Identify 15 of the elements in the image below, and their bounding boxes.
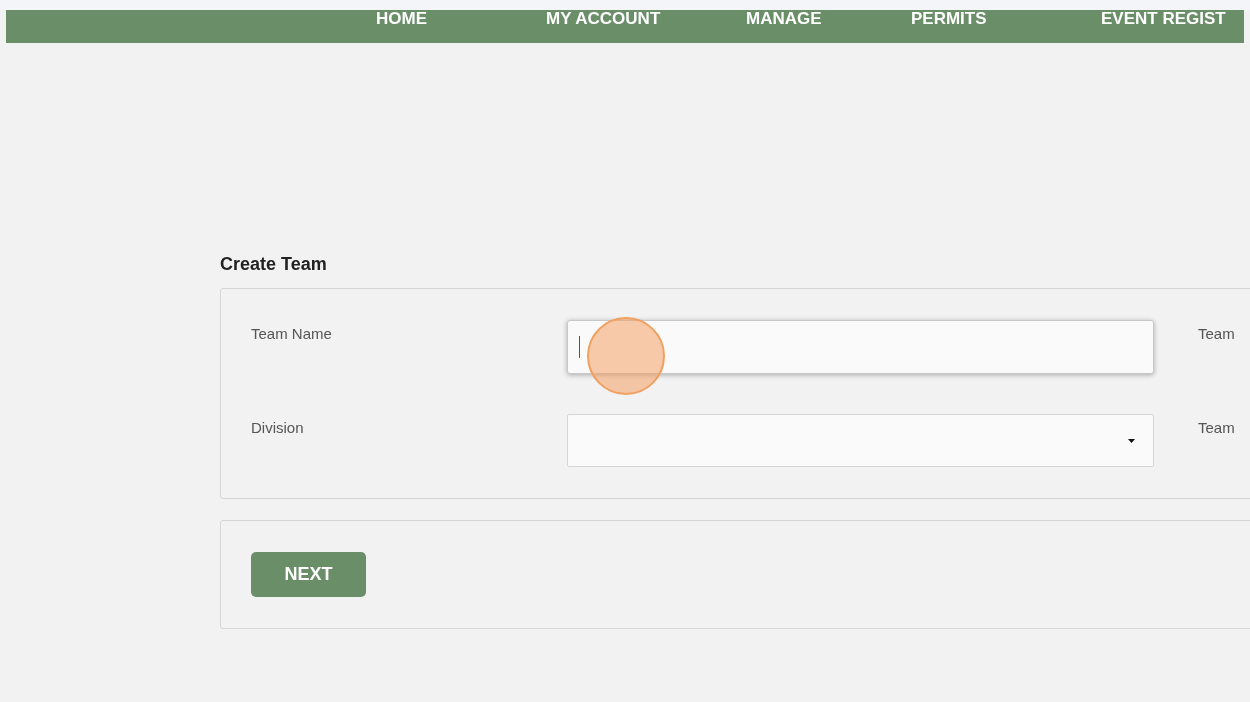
nav-link[interactable]: MANAGE <box>746 10 911 28</box>
nav-link[interactable]: PERMITS <box>911 10 1101 28</box>
form-title: Create Team <box>220 253 327 275</box>
text-field[interactable] <box>567 320 1154 374</box>
field-label: Division <box>251 418 305 438</box>
field-label: Team Name <box>251 324 333 344</box>
dropdown-field[interactable] <box>567 414 1154 467</box>
next-button[interactable]: NEXT <box>251 552 366 597</box>
text-cursor-icon <box>579 336 580 358</box>
nav-link[interactable]: HOME <box>376 10 546 28</box>
nav-link[interactable]: MY ACCOUNT <box>546 10 746 28</box>
nav-link[interactable]: EVENT REGIST <box>1101 10 1244 28</box>
field-label: Team <box>1198 418 1235 438</box>
field-label: Team <box>1198 324 1235 344</box>
caret-icon <box>1128 438 1135 443</box>
